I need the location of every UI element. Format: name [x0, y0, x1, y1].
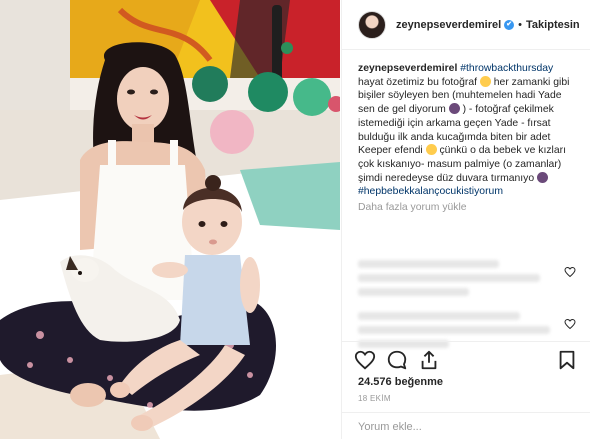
woman-facepalm-emoji-icon: [537, 171, 549, 183]
load-more-comments-link[interactable]: Daha fazla yorum yükle: [358, 201, 580, 215]
post-date[interactable]: 18 EKİM: [358, 394, 391, 403]
verified-badge-icon: ✔: [504, 19, 515, 30]
caption-text: hayat özetimiz bu fotoğraf: [358, 76, 477, 88]
blurred-comment-line: [358, 326, 550, 334]
share-icon[interactable]: [418, 349, 440, 371]
photo-illustration: [0, 0, 340, 439]
blurred-comment-line: [358, 288, 470, 296]
hashtag-link[interactable]: #throwbackthursday: [460, 63, 553, 74]
woman-gesture-emoji-icon: [425, 144, 437, 156]
grin-emoji-icon: [479, 75, 491, 87]
heart-icon[interactable]: [354, 349, 376, 371]
avatar[interactable]: [358, 10, 386, 39]
post-header: zeynepseverdemirel ✔ • Takiptesin: [342, 0, 590, 50]
blurred-comment-line: [358, 260, 500, 268]
comment-bubble-icon[interactable]: [386, 349, 408, 371]
comment-item: [342, 252, 590, 298]
post-actions: [342, 341, 590, 377]
blurred-comment-line: [358, 274, 540, 282]
likes-count[interactable]: 24.576 beğenme: [358, 376, 443, 388]
blurred-comment-line: [358, 312, 520, 320]
caption-author-link[interactable]: zeynepseverdemirel: [358, 63, 457, 74]
heart-small-icon[interactable]: [564, 318, 576, 330]
separator-dot: •: [518, 18, 523, 31]
comment-input[interactable]: Yorum ekle...: [342, 412, 590, 439]
post-photo[interactable]: [0, 0, 340, 439]
following-button[interactable]: Takiptesin: [526, 19, 580, 31]
hashtag-link[interactable]: #hepbebekkalançocukistiyorum: [358, 186, 503, 197]
heart-small-icon[interactable]: [564, 266, 576, 278]
likes-label: beğenme: [394, 376, 444, 388]
bookmark-icon[interactable]: [556, 349, 578, 371]
post-caption: zeynepseverdemirel #throwbackthursday ha…: [342, 50, 590, 260]
username-link[interactable]: zeynepseverdemirel: [396, 19, 501, 31]
woman-emoji-icon: [448, 103, 460, 115]
post-sidebar: zeynepseverdemirel ✔ • Takiptesin zeynep…: [341, 0, 590, 439]
likes-number: 24.576: [358, 376, 392, 388]
